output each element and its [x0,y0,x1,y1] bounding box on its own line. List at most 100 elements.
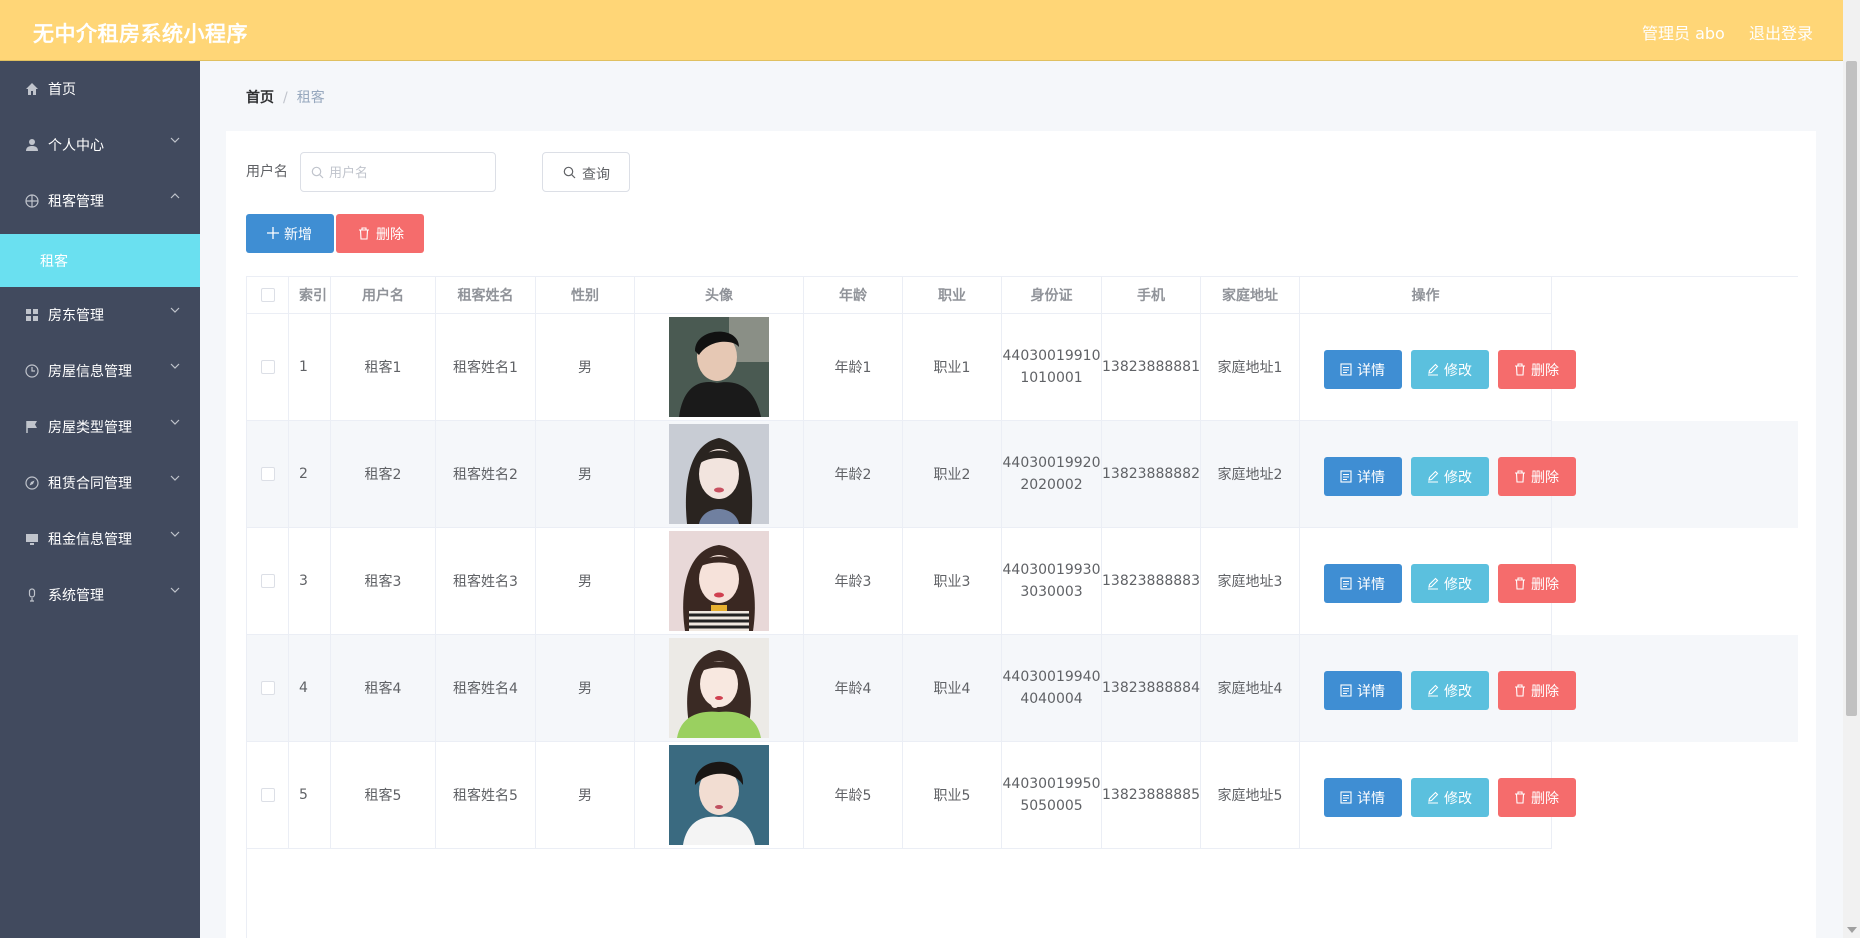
cell-job: 职业5 [903,742,1002,849]
trash-icon [1515,363,1525,376]
pencil-icon [1428,363,1439,376]
detail-button[interactable]: 详情 [1324,564,1402,603]
cell-operations: 详情 修改 删除 [1300,421,1576,528]
delete-button[interactable]: 删除 [1498,457,1576,496]
edit-button[interactable]: 修改 [1411,457,1489,496]
search-input[interactable] [329,163,489,183]
sidebar-item-rent-info-management[interactable]: 租金信息管理 [0,511,200,567]
user-icon [26,139,38,151]
trash-icon [1515,791,1525,804]
sidebar-item-house-info-management[interactable]: 房屋信息管理 [0,343,200,399]
avatar-image [669,424,769,524]
cell-phone: 13823888885 [1102,742,1201,849]
detail-button[interactable]: 详情 [1324,778,1402,817]
row-checkbox[interactable] [260,360,275,374]
delete-button[interactable]: 删除 [1498,671,1576,710]
cell-index: 5 [289,742,331,849]
row-checkbox[interactable] [260,788,275,802]
detail-button[interactable]: 详情 [1324,350,1402,389]
avatar-image [669,317,769,417]
table-header-row: 索引 用户名 租客姓名 性别 头像 年龄 职业 身份证 手机 家庭地址 操作 [247,277,1798,314]
edit-button[interactable]: 修改 [1411,350,1489,389]
cell-job: 职业4 [903,635,1002,742]
plus-icon [267,227,279,239]
table-header-cell: 性别 [536,277,635,314]
row-select-cell [247,421,289,528]
sidebar-item-label: 首页 [48,82,76,98]
edit-button-label: 修改 [1444,363,1472,379]
document-icon [1340,684,1352,697]
delete-button[interactable]: 删除 [1498,350,1576,389]
cell-tenant-name: 租客姓名4 [436,635,536,742]
cell-operations: 详情 修改 删除 [1300,314,1576,421]
query-button[interactable]: 查询 [542,152,630,192]
avatar-image [669,638,769,738]
cell-gender: 男 [536,528,635,635]
table-row: 4 租客4 租客姓名4 男 年龄4 职业4 44030019940 404000… [247,635,1798,742]
table-header-cell: 手机 [1102,277,1201,314]
table-header-cell: 职业 [903,277,1002,314]
sidebar-item-label: 房东管理 [48,308,104,324]
cell-index: 3 [289,528,331,635]
detail-button-label: 详情 [1357,684,1385,700]
table-header-cell: 身份证 [1002,277,1102,314]
delete-button-label: 删除 [1531,791,1559,807]
delete-button[interactable]: 删除 [1498,778,1576,817]
sidebar-item-system-management[interactable]: 系统管理 [0,567,200,623]
cell-username: 租客2 [331,421,436,528]
detail-button[interactable]: 详情 [1324,457,1402,496]
sidebar-item-label: 租客管理 [48,194,104,210]
detail-button-label: 详情 [1357,363,1385,379]
detail-button[interactable]: 详情 [1324,671,1402,710]
sidebar-subitem-label: 租客 [40,254,68,270]
search-field[interactable] [300,152,496,192]
table-header-cell: 操作 [1300,277,1552,314]
sidebar-item-home[interactable]: 首页 [0,61,200,117]
document-icon [1340,577,1352,590]
sidebar-subitem-tenant[interactable]: 租客 [0,234,200,287]
sidebar-item-label: 租赁合同管理 [48,476,132,492]
delete-button[interactable]: 删除 [1498,564,1576,603]
sidebar-item-landlord-management[interactable]: 房东管理 [0,287,200,343]
edit-button[interactable]: 修改 [1411,671,1489,710]
breadcrumb-home[interactable]: 首页 [246,90,274,106]
flag-icon [26,421,37,433]
add-button[interactable]: 新增 [246,214,334,253]
delete-button-label: 删除 [1531,577,1559,593]
sidebar-item-tenant-management[interactable]: 租客管理 [0,173,200,229]
table-row: 2 租客2 租客姓名2 男 年龄2 职业2 44030019920 202000… [247,421,1798,528]
logout-link[interactable]: 退出登录 [1749,20,1813,44]
target-icon [25,194,39,208]
cell-username: 租客5 [331,742,436,849]
edit-button-label: 修改 [1444,791,1472,807]
sidebar-item-house-type-management[interactable]: 房屋类型管理 [0,399,200,455]
cell-age: 年龄5 [804,742,903,849]
cell-username: 租客3 [331,528,436,635]
cell-phone: 13823888882 [1102,421,1201,528]
cell-avatar [635,314,804,421]
sidebar-item-lease-contract-management[interactable]: 租赁合同管理 [0,455,200,511]
cell-tenant-name: 租客姓名3 [436,528,536,635]
scrollbar-thumb[interactable] [1846,61,1857,716]
edit-button-label: 修改 [1444,470,1472,486]
table-row: 1 租客1 租客姓名1 男 年龄1 职业1 44030019910 101000… [247,314,1798,421]
row-checkbox[interactable] [260,574,275,588]
row-checkbox[interactable] [260,681,275,695]
table-header-cell: 用户名 [331,277,436,314]
vertical-scrollbar[interactable] [1843,61,1860,938]
edit-button[interactable]: 修改 [1411,778,1489,817]
table-header-cell: 家庭地址 [1201,277,1300,314]
cell-gender: 男 [536,314,635,421]
cell-id-card: 44030019930 3030003 [1002,528,1102,635]
cell-avatar [635,528,804,635]
edit-button[interactable]: 修改 [1411,564,1489,603]
sidebar-item-profile[interactable]: 个人中心 [0,117,200,173]
batch-delete-button[interactable]: 删除 [336,214,424,253]
select-all-checkbox[interactable] [260,288,275,302]
scroll-down-arrow-icon[interactable] [1847,927,1857,933]
cell-gender: 男 [536,742,635,849]
cell-address: 家庭地址4 [1201,635,1300,742]
row-checkbox[interactable] [260,467,275,481]
detail-button-label: 详情 [1357,791,1385,807]
breadcrumb-separator: / [283,90,288,106]
